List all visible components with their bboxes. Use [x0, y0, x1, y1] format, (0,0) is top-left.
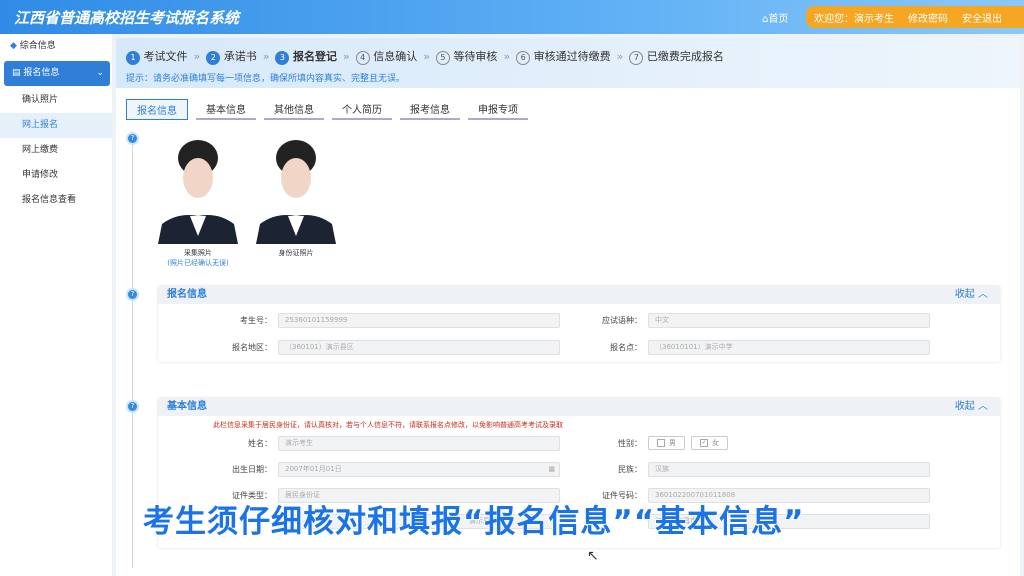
tab-registration-info[interactable]: 报名信息 [126, 99, 188, 120]
sidebar-item-overview[interactable]: ◆ 综合信息 [0, 34, 112, 59]
timeline-line [132, 138, 133, 568]
step-arrow-icon: » [503, 50, 511, 63]
field-label: 报名地区： [232, 343, 272, 352]
step-arrow-icon: » [193, 50, 201, 63]
home-link[interactable]: ⌂首页 [762, 10, 788, 25]
tab-resume[interactable]: 个人简历 [332, 99, 392, 120]
field-label: 性别： [618, 438, 642, 448]
cube-icon: ◆ [10, 41, 17, 51]
step-number: 1 [126, 51, 140, 65]
sidebar-item-confirm-photo[interactable]: 确认照片 [0, 88, 112, 113]
tab-basic-info[interactable]: 基本信息 [196, 99, 256, 120]
document-icon: ▤ [12, 68, 21, 78]
sidebar-item-online-payment[interactable]: 网上缴费 [0, 138, 112, 163]
step-label: 审核通过待缴费 [533, 50, 611, 63]
step-number: 7 [629, 51, 644, 65]
sidebar-item-request-change[interactable]: 申请修改 [0, 163, 112, 188]
candidate-number-field[interactable]: 25360101159999 [278, 313, 560, 328]
sidebar-group-registration[interactable]: ▤ 报名信息 ⌄ [4, 61, 110, 86]
step-1: 1 考试文件 [126, 48, 188, 65]
change-password-link[interactable]: 修改密码 [908, 10, 948, 25]
field-label: 应试语种： [602, 316, 642, 325]
name-field[interactable]: 演示考生 [278, 436, 560, 451]
field-label: 报名点： [610, 343, 642, 352]
timeline-dot-icon: ? [126, 132, 139, 145]
step-number: 4 [355, 51, 370, 65]
tab-other-info[interactable]: 其他信息 [264, 99, 324, 120]
photo-confirmed-note: (照片已经确认无误) [167, 259, 229, 267]
user-bar: 欢迎您：演示考生 修改密码 安全退出 [806, 6, 1024, 28]
step-2: 2 承诺书 [206, 48, 257, 65]
field-label: 姓名： [248, 439, 272, 448]
field-label: 考生号： [240, 316, 272, 325]
id-card-photo [256, 136, 336, 244]
step-arrow-icon: » [262, 50, 270, 63]
step-number: 2 [206, 51, 221, 65]
step-label: 考试文件 [143, 50, 188, 63]
step-5: 5 等待审核 [435, 48, 498, 65]
registration-region-field[interactable]: （360101）演示县区 [278, 340, 560, 355]
step-arrow-icon: » [616, 50, 624, 63]
check-icon: ✓ [700, 439, 708, 447]
sidebar-item-online-registration[interactable]: 网上报名 [0, 113, 112, 138]
step-label: 等待审核 [453, 50, 498, 63]
step-label: 报名登记 [292, 50, 337, 63]
step-number: 3 [275, 51, 290, 65]
collected-photo [158, 136, 238, 244]
video-subtitle: 考生须仔细核对和填报“报名信息”“基本信息” [142, 503, 805, 541]
gender-male-checkbox[interactable]: 男 [648, 436, 685, 450]
mouse-cursor-icon: ↖ [587, 548, 599, 564]
step-number: 6 [516, 51, 531, 65]
step-label: 已缴费完成报名 [646, 50, 724, 63]
timeline-dot-icon: ? [126, 288, 139, 301]
section-title: 基本信息 [167, 401, 207, 412]
step-7: 7 已缴费完成报名 [629, 48, 724, 65]
step-4: 4 信息确认 [355, 48, 418, 65]
registration-info-section: 报名信息 收起 ︿ 考生号： 25360101159999 应试语种： 中文 报名地区… [158, 286, 1000, 362]
logout-link[interactable]: 安全退出 [962, 10, 1002, 25]
step-label: 信息确认 [373, 50, 418, 63]
step-arrow-icon: » [423, 50, 430, 63]
welcome-text: 欢迎您：演示考生 [814, 13, 894, 25]
app-title: 江西省普通高校招生考试报名系统 [14, 9, 240, 27]
tab-exam-info[interactable]: 报考信息 [400, 99, 460, 120]
step-arrow-icon: » [342, 50, 350, 63]
tip-text: 提示：请务必准确填写每一项信息，确保所填内容真实、完整且无误。 [126, 74, 406, 84]
birth-date-field[interactable]: 2007年01月01日 ▦ [278, 462, 560, 477]
id-photo-caption: 身份证照片 [278, 249, 314, 257]
registration-site-field[interactable]: （36010101）演示中学 [648, 340, 930, 355]
exam-language-field[interactable]: 中文 [648, 313, 930, 328]
collapse-button[interactable]: 收起 ︿ [955, 398, 988, 416]
ethnicity-field[interactable]: 汉族 [648, 462, 930, 477]
progress-steps: 1 考试文件 » 2 承诺书 » 3 报名登记 » 4 信息确认 » 5 等待审核 » 6 审核通过… [116, 38, 1020, 88]
gender-female-checkbox[interactable]: ✓ 女 [691, 436, 728, 450]
tab-special[interactable]: 申报专项 [468, 99, 528, 120]
section-tabs: 报名信息 基本信息 其他信息 个人简历 报考信息 申报专项 [126, 99, 528, 120]
timeline-dot-icon: ? [126, 400, 139, 413]
collected-photo-caption: 采集照片 [184, 249, 212, 257]
field-label: 民族： [618, 465, 642, 474]
field-label: 出生日期： [232, 465, 272, 474]
step-6: 6 审核通过待缴费 [516, 48, 611, 65]
sidebar-item-view-registration[interactable]: 报名信息查看 [0, 188, 112, 213]
top-header: 江西省普通高校招生考试报名系统 ⌂首页 欢迎您：演示考生 修改密码 安全退出 [0, 0, 1024, 34]
collapse-button[interactable]: 收起 ︿ [955, 286, 988, 304]
chevron-down-icon: ⌄ [96, 68, 104, 78]
step-number: 5 [435, 51, 450, 65]
step-label: 承诺书 [223, 50, 257, 63]
step-3: 3 报名登记 [275, 48, 337, 65]
section-title: 报名信息 [167, 289, 207, 300]
warning-text: 此栏信息采集于居民身份证，请认真核对，若与个人信息不符，请联系报名点修改，以免影… [213, 421, 563, 429]
sidebar: ◆ 综合信息 ▤ 报名信息 ⌄ 确认照片 网上报名 网上缴费 申请修改 报名信息查… [0, 34, 112, 576]
